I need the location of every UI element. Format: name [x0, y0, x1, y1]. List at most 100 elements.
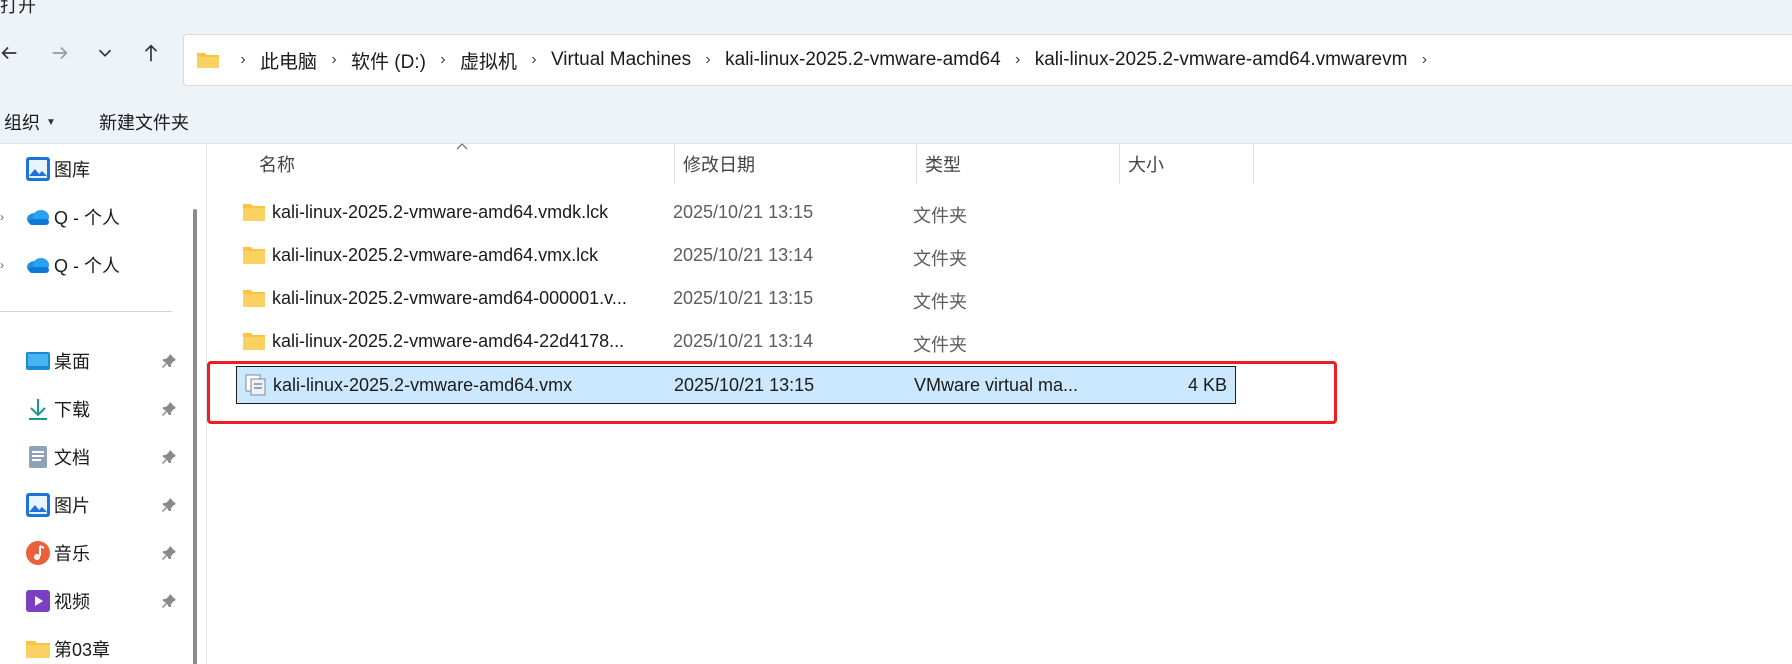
arrow-left-icon: [1, 46, 17, 60]
command-bar: 组织 ▼ 新建文件夹: [0, 98, 1792, 144]
sidebar-item-pictures[interactable]: 图片: [0, 485, 200, 525]
sidebar-item-label: 下载: [54, 400, 90, 420]
file-name: kali-linux-2025.2-vmware-amd64.vmdk.lck: [272, 202, 609, 222]
column-header-size[interactable]: 大小: [1128, 144, 1164, 184]
sidebar-item-label: 音乐: [54, 544, 90, 564]
column-separator[interactable]: [1119, 144, 1120, 184]
onedrive-icon: [27, 210, 49, 225]
sidebar-item-onedrive-1[interactable]: › Q - 个人: [0, 197, 200, 237]
chevron-right-icon[interactable]: ›: [325, 51, 343, 69]
breadcrumb: › 此电脑 › 软件 (D:) › 虚拟机 › Virtual Machines…: [226, 47, 1441, 74]
recent-locations-button[interactable]: [88, 36, 122, 70]
title-bar: 打开: [0, 0, 1792, 22]
chevron-right-icon[interactable]: ›: [0, 258, 4, 272]
file-row[interactable]: kali-linux-2025.2-vmware-amd64.vmx.lck 2…: [236, 237, 1236, 275]
file-type: 文件夹: [913, 249, 967, 269]
column-header-name[interactable]: 名称: [259, 144, 295, 184]
folder-icon: [243, 333, 265, 350]
organize-label: 组织: [4, 113, 40, 133]
file-name: kali-linux-2025.2-vmware-amd64-22d4178..…: [272, 331, 625, 351]
sidebar-item-desktop[interactable]: 桌面: [0, 341, 200, 381]
arrow-up-icon: [144, 44, 158, 62]
sidebar-item-downloads[interactable]: 下载: [0, 389, 200, 429]
breadcrumb-item[interactable]: 此电脑: [260, 47, 317, 74]
column-separator[interactable]: [674, 144, 675, 184]
sidebar-item-label: 桌面: [54, 352, 90, 372]
folder-icon: [243, 290, 265, 307]
pin-icon[interactable]: [161, 353, 177, 369]
file-type: 文件夹: [913, 335, 967, 355]
pin-icon[interactable]: [161, 497, 177, 513]
document-icon: [29, 446, 47, 468]
folder-icon: [26, 641, 50, 658]
sidebar-divider: [0, 311, 172, 312]
sidebar-item-chapter03[interactable]: 第03章: [0, 629, 200, 664]
sidebar-item-videos[interactable]: 视频: [0, 581, 200, 621]
sort-ascending-icon: [456, 143, 468, 150]
onedrive-icon: [27, 258, 49, 273]
sidebar-item-label: 图库: [54, 160, 90, 180]
file-row[interactable]: kali-linux-2025.2-vmware-amd64-000001.v.…: [236, 280, 1236, 318]
file-name: kali-linux-2025.2-vmware-amd64-000001.v.…: [272, 288, 627, 308]
sidebar-item-label: Q - 个人: [54, 208, 120, 228]
window-title: 打开: [0, 0, 36, 16]
file-row[interactable]: kali-linux-2025.2-vmware-amd64.vmdk.lck …: [236, 194, 1236, 232]
column-separator[interactable]: [916, 144, 917, 184]
back-button[interactable]: [0, 36, 26, 70]
breadcrumb-item[interactable]: 虚拟机: [460, 47, 517, 74]
file-name: kali-linux-2025.2-vmware-amd64.vmx.lck: [272, 245, 599, 265]
chevron-right-icon[interactable]: ›: [525, 51, 543, 69]
organize-button[interactable]: 组织 ▼: [4, 109, 56, 135]
chevron-down-icon: [98, 49, 112, 57]
chevron-right-icon[interactable]: ›: [0, 210, 4, 224]
sidebar-item-label: 文档: [54, 448, 90, 468]
breadcrumb-item[interactable]: kali-linux-2025.2-vmware-amd64: [725, 49, 1001, 71]
pin-icon[interactable]: [161, 401, 177, 417]
arrow-right-icon: [52, 46, 68, 60]
chevron-right-icon[interactable]: ›: [699, 51, 717, 69]
pin-icon[interactable]: [161, 593, 177, 609]
sidebar-item-onedrive-2[interactable]: › Q - 个人: [0, 245, 200, 285]
sidebar-item-music[interactable]: 音乐: [0, 533, 200, 573]
address-bar[interactable]: › 此电脑 › 软件 (D:) › 虚拟机 › Virtual Machines…: [183, 34, 1792, 86]
sidebar-item-label: 视频: [54, 592, 90, 612]
chevron-right-icon[interactable]: ›: [1009, 51, 1027, 69]
breadcrumb-item[interactable]: Virtual Machines: [551, 49, 691, 71]
pin-icon[interactable]: [161, 545, 177, 561]
sidebar-item-documents[interactable]: 文档: [0, 437, 200, 477]
breadcrumb-item[interactable]: kali-linux-2025.2-vmware-amd64.vmwarevm: [1035, 49, 1408, 71]
file-row[interactable]: kali-linux-2025.2-vmware-amd64-22d4178..…: [236, 323, 1236, 361]
annotation-highlight-box: [207, 361, 1337, 424]
file-modified: 2025/10/21 13:15: [673, 288, 814, 308]
desktop-icon: [26, 352, 50, 370]
column-header-modified[interactable]: 修改日期: [683, 144, 755, 184]
navigation-pane: 图库 › Q - 个人 › Q - 个人 桌面 下载 文档 图片 音乐 视频 第…: [0, 144, 207, 664]
new-folder-button[interactable]: 新建文件夹: [99, 109, 189, 135]
videos-icon: [26, 590, 50, 612]
music-icon: [26, 541, 50, 565]
sidebar-scrollbar[interactable]: [193, 209, 197, 664]
file-type: 文件夹: [913, 292, 967, 312]
chevron-right-icon[interactable]: ›: [434, 51, 452, 69]
folder-icon: [243, 204, 265, 221]
folder-icon: [243, 247, 265, 264]
breadcrumb-item[interactable]: 软件 (D:): [351, 47, 426, 74]
pin-icon[interactable]: [161, 449, 177, 465]
download-icon: [29, 399, 47, 420]
sidebar-item-gallery[interactable]: 图库: [0, 149, 200, 189]
pictures-icon: [26, 493, 50, 517]
chevron-right-icon: ›: [240, 51, 246, 68]
file-modified: 2025/10/21 13:14: [673, 331, 814, 351]
chevron-right-icon[interactable]: ›: [1415, 51, 1433, 69]
column-separator[interactable]: [1253, 144, 1254, 184]
file-modified: 2025/10/21 13:15: [673, 202, 814, 222]
up-button[interactable]: [134, 36, 168, 70]
file-modified: 2025/10/21 13:14: [673, 245, 814, 265]
gallery-icon: [26, 157, 50, 181]
column-header-type[interactable]: 类型: [925, 144, 961, 184]
new-folder-label: 新建文件夹: [99, 113, 189, 133]
forward-button[interactable]: [43, 36, 77, 70]
file-type: 文件夹: [913, 206, 967, 226]
sidebar-item-label: 第03章: [54, 640, 111, 660]
folder-icon: [197, 53, 219, 68]
